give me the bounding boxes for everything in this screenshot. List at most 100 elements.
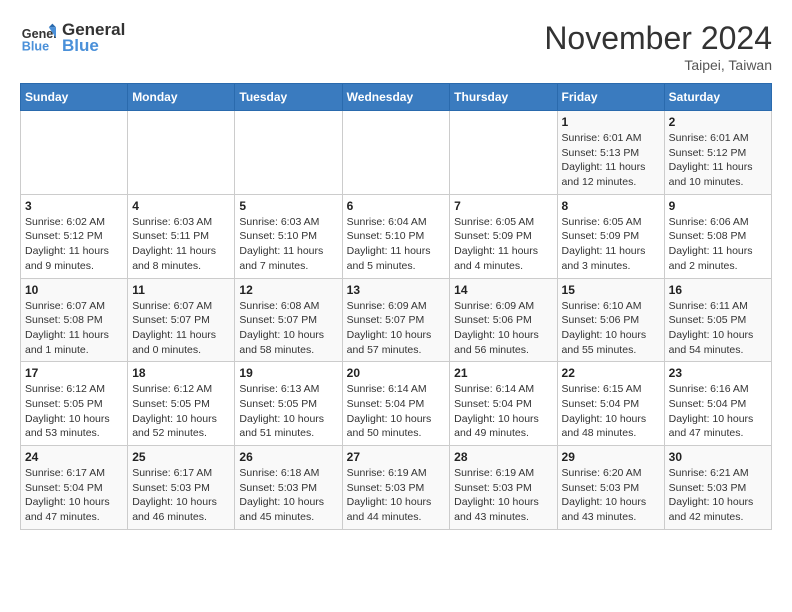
calendar-table: Sunday Monday Tuesday Wednesday Thursday… [20, 83, 772, 530]
day-info: Sunrise: 6:09 AMSunset: 5:07 PMDaylight:… [347, 299, 446, 358]
day-number: 11 [132, 283, 230, 297]
header-tuesday: Tuesday [235, 84, 342, 111]
day-number: 24 [25, 450, 123, 464]
day-number: 20 [347, 366, 446, 380]
weekday-header-row: Sunday Monday Tuesday Wednesday Thursday… [21, 84, 772, 111]
calendar-cell: 4 Sunrise: 6:03 AMSunset: 5:11 PMDaylight… [128, 194, 235, 278]
calendar-cell: 8 Sunrise: 6:05 AMSunset: 5:09 PMDaylight… [557, 194, 664, 278]
calendar-week-5: 24Sunrise: 6:17 AMSunset: 5:04 PMDayligh… [21, 446, 772, 530]
day-number: 15 [562, 283, 660, 297]
day-number: 30 [669, 450, 767, 464]
calendar-cell: 16 Sunrise: 6:11 AMSunset: 5:05 PMDayligh… [664, 278, 771, 362]
calendar-cell: 13 Sunrise: 6:09 AMSunset: 5:07 PMDayligh… [342, 278, 450, 362]
day-number: 10 [25, 283, 123, 297]
calendar-cell: 10Sunrise: 6:07 AMSunset: 5:08 PMDayligh… [21, 278, 128, 362]
day-info: Sunrise: 6:01 AMSunset: 5:13 PMDaylight:… [562, 131, 660, 190]
calendar-cell: 23 Sunrise: 6:16 AMSunset: 5:04 PMDayligh… [664, 362, 771, 446]
calendar-cell: 26Sunrise: 6:18 AMSunset: 5:03 PMDayligh… [235, 446, 342, 530]
calendar-cell: 14 Sunrise: 6:09 AMSunset: 5:06 PMDayligh… [450, 278, 557, 362]
day-info: Sunrise: 6:07 AMSunset: 5:07 PMDaylight:… [132, 299, 230, 358]
calendar-week-4: 17 Sunrise: 6:12 AMSunset: 5:05 PMDayligh… [21, 362, 772, 446]
day-number: 19 [239, 366, 337, 380]
logo-icon: General Blue [20, 20, 56, 56]
calendar-cell: 18 Sunrise: 6:12 AMSunset: 5:05 PMDayligh… [128, 362, 235, 446]
day-info: Sunrise: 6:13 AMSunset: 5:05 PMDaylight:… [239, 382, 337, 441]
day-number: 7 [454, 199, 552, 213]
month-title: November 2024 [544, 20, 772, 57]
day-number: 18 [132, 366, 230, 380]
day-info: Sunrise: 6:03 AMSunset: 5:11 PMDaylight:… [132, 215, 230, 274]
calendar-cell: 25 Sunrise: 6:17 AMSunset: 5:03 PMDayligh… [128, 446, 235, 530]
day-info: Sunrise: 6:05 AMSunset: 5:09 PMDaylight:… [454, 215, 552, 274]
calendar-cell: 17 Sunrise: 6:12 AMSunset: 5:05 PMDayligh… [21, 362, 128, 446]
day-number: 14 [454, 283, 552, 297]
day-number: 27 [347, 450, 446, 464]
day-number: 17 [25, 366, 123, 380]
calendar-week-3: 10Sunrise: 6:07 AMSunset: 5:08 PMDayligh… [21, 278, 772, 362]
calendar-cell: 22Sunrise: 6:15 AMSunset: 5:04 PMDayligh… [557, 362, 664, 446]
day-number: 28 [454, 450, 552, 464]
header-sunday: Sunday [21, 84, 128, 111]
day-info: Sunrise: 6:19 AMSunset: 5:03 PMDaylight:… [454, 466, 552, 525]
day-number: 13 [347, 283, 446, 297]
calendar-cell: 7 Sunrise: 6:05 AMSunset: 5:09 PMDaylight… [450, 194, 557, 278]
calendar-cell: 5Sunrise: 6:03 AMSunset: 5:10 PMDaylight… [235, 194, 342, 278]
header-monday: Monday [128, 84, 235, 111]
calendar-cell: 12Sunrise: 6:08 AMSunset: 5:07 PMDayligh… [235, 278, 342, 362]
calendar-cell [21, 111, 128, 195]
day-info: Sunrise: 6:20 AMSunset: 5:03 PMDaylight:… [562, 466, 660, 525]
calendar-cell: 29 Sunrise: 6:20 AMSunset: 5:03 PMDayligh… [557, 446, 664, 530]
day-number: 2 [669, 115, 767, 129]
day-info: Sunrise: 6:14 AMSunset: 5:04 PMDaylight:… [454, 382, 552, 441]
calendar-cell: 9 Sunrise: 6:06 AMSunset: 5:08 PMDaylight… [664, 194, 771, 278]
calendar-cell: 2 Sunrise: 6:01 AMSunset: 5:12 PMDaylight… [664, 111, 771, 195]
day-number: 8 [562, 199, 660, 213]
calendar-body: 1 Sunrise: 6:01 AMSunset: 5:13 PMDaylight… [21, 111, 772, 530]
day-number: 3 [25, 199, 123, 213]
day-info: Sunrise: 6:03 AMSunset: 5:10 PMDaylight:… [239, 215, 337, 274]
calendar-week-2: 3 Sunrise: 6:02 AMSunset: 5:12 PMDaylight… [21, 194, 772, 278]
day-number: 9 [669, 199, 767, 213]
day-info: Sunrise: 6:09 AMSunset: 5:06 PMDaylight:… [454, 299, 552, 358]
day-info: Sunrise: 6:15 AMSunset: 5:04 PMDaylight:… [562, 382, 660, 441]
calendar-cell: 15 Sunrise: 6:10 AMSunset: 5:06 PMDayligh… [557, 278, 664, 362]
svg-text:Blue: Blue [22, 40, 49, 54]
calendar-cell [450, 111, 557, 195]
day-info: Sunrise: 6:05 AMSunset: 5:09 PMDaylight:… [562, 215, 660, 274]
header-saturday: Saturday [664, 84, 771, 111]
page-header: General Blue General Blue November 2024 … [20, 20, 772, 73]
calendar-cell [342, 111, 450, 195]
calendar-cell: 27 Sunrise: 6:19 AMSunset: 5:03 PMDayligh… [342, 446, 450, 530]
day-info: Sunrise: 6:17 AMSunset: 5:03 PMDaylight:… [132, 466, 230, 525]
calendar-cell: 24Sunrise: 6:17 AMSunset: 5:04 PMDayligh… [21, 446, 128, 530]
day-info: Sunrise: 6:19 AMSunset: 5:03 PMDaylight:… [347, 466, 446, 525]
calendar-header: Sunday Monday Tuesday Wednesday Thursday… [21, 84, 772, 111]
location: Taipei, Taiwan [544, 57, 772, 73]
day-info: Sunrise: 6:12 AMSunset: 5:05 PMDaylight:… [25, 382, 123, 441]
day-info: Sunrise: 6:12 AMSunset: 5:05 PMDaylight:… [132, 382, 230, 441]
calendar-cell: 3 Sunrise: 6:02 AMSunset: 5:12 PMDaylight… [21, 194, 128, 278]
day-number: 26 [239, 450, 337, 464]
day-number: 25 [132, 450, 230, 464]
day-info: Sunrise: 6:01 AMSunset: 5:12 PMDaylight:… [669, 131, 767, 190]
day-info: Sunrise: 6:08 AMSunset: 5:07 PMDaylight:… [239, 299, 337, 358]
day-info: Sunrise: 6:06 AMSunset: 5:08 PMDaylight:… [669, 215, 767, 274]
day-number: 29 [562, 450, 660, 464]
day-info: Sunrise: 6:11 AMSunset: 5:05 PMDaylight:… [669, 299, 767, 358]
day-number: 1 [562, 115, 660, 129]
day-number: 4 [132, 199, 230, 213]
calendar-cell [128, 111, 235, 195]
calendar-cell: 21Sunrise: 6:14 AMSunset: 5:04 PMDayligh… [450, 362, 557, 446]
day-number: 16 [669, 283, 767, 297]
day-info: Sunrise: 6:02 AMSunset: 5:12 PMDaylight:… [25, 215, 123, 274]
day-number: 23 [669, 366, 767, 380]
day-info: Sunrise: 6:04 AMSunset: 5:10 PMDaylight:… [347, 215, 446, 274]
day-info: Sunrise: 6:14 AMSunset: 5:04 PMDaylight:… [347, 382, 446, 441]
header-thursday: Thursday [450, 84, 557, 111]
header-wednesday: Wednesday [342, 84, 450, 111]
day-info: Sunrise: 6:16 AMSunset: 5:04 PMDaylight:… [669, 382, 767, 441]
header-friday: Friday [557, 84, 664, 111]
day-info: Sunrise: 6:10 AMSunset: 5:06 PMDaylight:… [562, 299, 660, 358]
day-number: 6 [347, 199, 446, 213]
calendar-cell: 19 Sunrise: 6:13 AMSunset: 5:05 PMDayligh… [235, 362, 342, 446]
